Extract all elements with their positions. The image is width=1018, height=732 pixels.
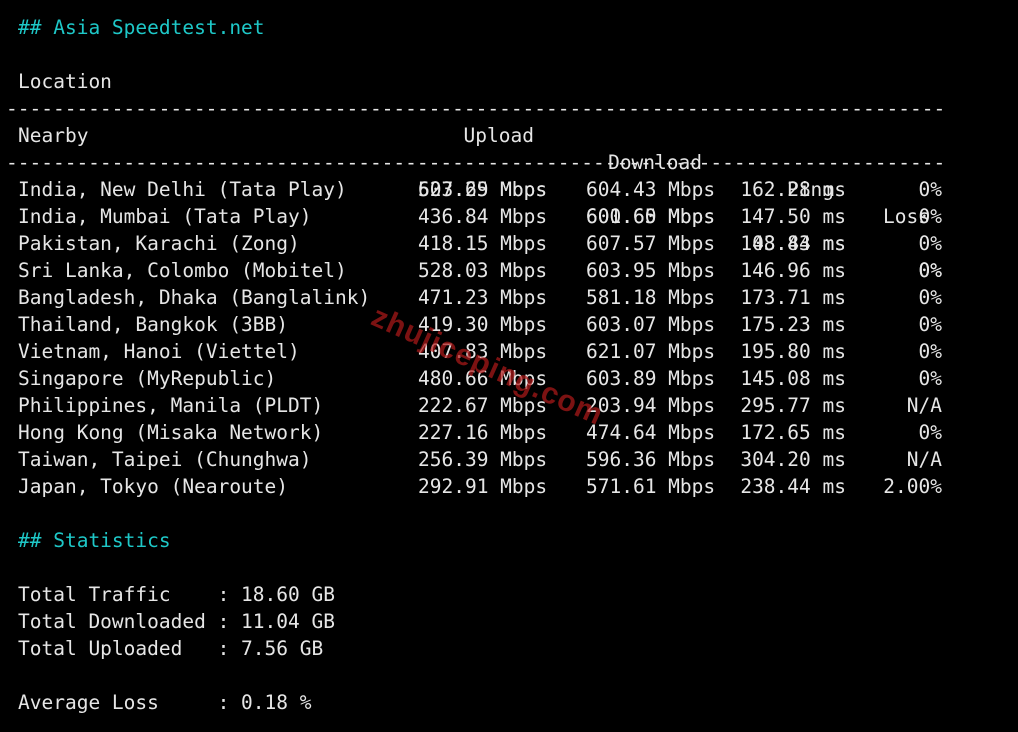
row-loss: N/A	[906, 448, 942, 471]
row-location: Japan, Tokyo (Nearoute)	[18, 475, 289, 498]
row-download: 603.89 Mbps	[586, 367, 716, 390]
stat-total-downloaded: Total Downloaded : 11.04 GB	[18, 610, 335, 633]
row-location: Sri Lanka, Colombo (Mobitel)	[18, 259, 347, 282]
row-download: 596.36 Mbps	[586, 448, 716, 471]
row-loss: 0%	[918, 178, 942, 201]
row-ping: 173.71 ms	[740, 286, 846, 309]
row-download: 600.60 Mbps	[586, 205, 716, 228]
row-upload: 480.66 Mbps	[418, 367, 548, 390]
row-ping: 162.28 ms	[740, 178, 846, 201]
row-location: India, New Delhi (Tata Play)	[18, 178, 347, 201]
separator: ----------------------------------------…	[6, 151, 946, 174]
row-download: 603.07 Mbps	[586, 313, 716, 336]
separator-line: ----------------------------------------…	[6, 149, 1018, 176]
row-upload: 528.03 Mbps	[418, 259, 548, 282]
row-upload: 407.83 Mbps	[418, 340, 548, 363]
separator-line: ----------------------------------------…	[6, 95, 1018, 122]
row-loss: 0%	[918, 286, 942, 309]
results-table-body: India, New Delhi (Tata Play) 507.25 Mbps 6…	[18, 176, 1018, 500]
row-loss: 0%	[918, 205, 942, 228]
row-ping: 304.20 ms	[740, 448, 846, 471]
row-download: 603.95 Mbps	[586, 259, 716, 282]
row-loss: 0%	[918, 340, 942, 363]
row-location: Philippines, Manila (PLDT)	[18, 394, 324, 417]
table-row: Thailand, Bangkok (3BB) 419.30 Mbps 603.07…	[18, 311, 1018, 338]
row-location: Bangladesh, Dhaka (Banglalink)	[18, 286, 371, 309]
row-location: Pakistan, Karachi (Zong)	[18, 232, 300, 255]
table-row: Bangladesh, Dhaka (Banglalink) 471.23 Mbp…	[18, 284, 1018, 311]
row-upload: 227.16 Mbps	[418, 421, 548, 444]
table-row: Singapore (MyRepublic) 480.66 Mbps 603.89 …	[18, 365, 1018, 392]
table-row: India, Mumbai (Tata Play) 436.84 Mbps 600.…	[18, 203, 1018, 230]
row-upload: 419.30 Mbps	[418, 313, 548, 336]
row-loss: 0%	[918, 367, 942, 390]
row-upload: 222.67 Mbps	[418, 394, 548, 417]
row-download: 621.07 Mbps	[586, 340, 716, 363]
table-row: Taiwan, Taipei (Chunghwa) 256.39 Mbps 596.…	[18, 446, 1018, 473]
row-loss: N/A	[906, 394, 942, 417]
row-loss: 0%	[918, 313, 942, 336]
row-ping: 145.08 ms	[740, 367, 846, 390]
stat-total-traffic: Total Traffic : 18.60 GB	[18, 583, 335, 606]
row-location: Thailand, Bangkok (3BB)	[18, 313, 289, 336]
row-location: India, Mumbai (Tata Play)	[18, 205, 312, 228]
table-row: Vietnam, Hanoi (Viettel) 407.83 Mbps 621.0…	[18, 338, 1018, 365]
row-download: 203.94 Mbps	[586, 394, 716, 417]
separator: ----------------------------------------…	[6, 97, 946, 120]
speedtest-heading: ## Asia Speedtest.net	[18, 16, 265, 39]
row-loss: 0%	[918, 421, 942, 444]
row-upload: 436.84 Mbps	[418, 205, 548, 228]
row-location: Nearby	[18, 124, 89, 147]
row-download: 571.61 Mbps	[586, 475, 716, 498]
table-row: Philippines, Manila (PLDT) 222.67 Mbps 203…	[18, 392, 1018, 419]
row-location: Singapore (MyRepublic)	[18, 367, 277, 390]
row-ping: 146.96 ms	[740, 259, 846, 282]
table-row: Japan, Tokyo (Nearoute) 292.91 Mbps 571.61…	[18, 473, 1018, 500]
table-row-nearby: Nearby 623.69 Mbps 601.65 Mbps 43.43 ms …	[18, 122, 1018, 282]
terminal-output: ## Asia Speedtest.net Location Upload Do…	[6, 14, 1018, 716]
row-download: 581.18 Mbps	[586, 286, 716, 309]
row-upload: 418.15 Mbps	[418, 232, 548, 255]
row-upload: 471.23 Mbps	[418, 286, 548, 309]
row-upload: 292.91 Mbps	[418, 475, 548, 498]
row-download: 607.57 Mbps	[586, 232, 716, 255]
table-row: India, New Delhi (Tata Play) 507.25 Mbps 6…	[18, 176, 1018, 203]
row-location: Hong Kong (Misaka Network)	[18, 421, 324, 444]
row-download: 604.43 Mbps	[586, 178, 716, 201]
row-ping: 108.84 ms	[740, 232, 846, 255]
row-ping: 175.23 ms	[740, 313, 846, 336]
row-location: Vietnam, Hanoi (Viettel)	[18, 340, 300, 363]
row-upload: 507.25 Mbps	[418, 178, 548, 201]
row-ping: 295.77 ms	[740, 394, 846, 417]
row-loss: 0%	[918, 259, 942, 282]
header-location: Location	[18, 70, 112, 93]
stat-average-loss: Average Loss : 0.18 %	[18, 691, 312, 714]
row-ping: 147.50 ms	[740, 205, 846, 228]
row-ping: 238.44 ms	[740, 475, 846, 498]
row-loss: 0%	[918, 232, 942, 255]
row-upload: 256.39 Mbps	[418, 448, 548, 471]
table-row: Hong Kong (Misaka Network) 227.16 Mbps 474…	[18, 419, 1018, 446]
statistics-heading: ## Statistics	[18, 529, 171, 552]
row-ping: 172.65 ms	[740, 421, 846, 444]
table-row: Sri Lanka, Colombo (Mobitel) 528.03 Mbps 6…	[18, 257, 1018, 284]
row-loss: 2.00%	[883, 475, 942, 498]
table-row: Pakistan, Karachi (Zong) 418.15 Mbps 607.5…	[18, 230, 1018, 257]
table-header: Location Upload Download Ping Loss	[18, 68, 1018, 228]
row-location: Taiwan, Taipei (Chunghwa)	[18, 448, 312, 471]
row-download: 474.64 Mbps	[586, 421, 716, 444]
stat-total-uploaded: Total Uploaded : 7.56 GB	[18, 637, 324, 660]
row-ping: 195.80 ms	[740, 340, 846, 363]
